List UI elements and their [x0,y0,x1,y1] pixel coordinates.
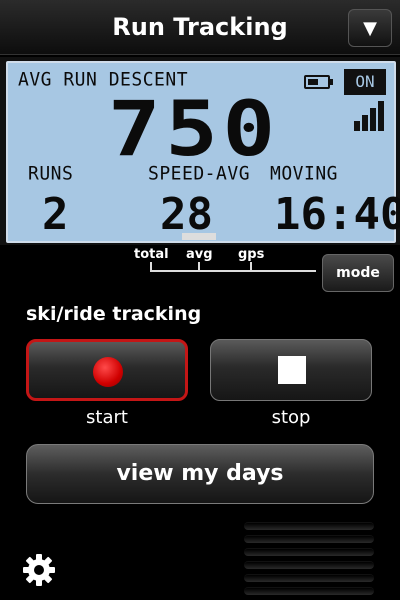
mode-button[interactable]: mode [322,254,394,292]
scale-tick [198,262,200,272]
scale-option-avg[interactable]: avg [186,247,213,262]
status-badge: ON [344,69,386,95]
stop-label: stop [271,407,311,428]
runs-value: 2 [42,189,69,240]
header-bar: Run Tracking ▼ [0,0,400,55]
start-label: start [86,407,128,428]
page-title: Run Tracking [112,13,288,41]
mode-scale-line [150,270,316,272]
moving-label: MOVING [270,162,339,185]
main-metric-value: 750 [108,84,280,173]
lcd-display[interactable]: AVG RUN DESCENT ON 750 RUNS SPEED-AVG MO… [6,61,400,243]
moving-time-value: 16:40 [274,189,400,240]
view-my-days-button[interactable]: view my days [26,444,374,504]
dropdown-triangle-icon: ▼ [363,17,377,39]
stop-button[interactable] [210,339,372,401]
scale-tick [250,262,252,272]
runs-label: RUNS [28,162,74,185]
selection-pointer [182,233,216,240]
start-button[interactable] [26,339,188,401]
gear-icon[interactable] [22,553,56,587]
scale-option-gps[interactable]: gps [238,247,264,262]
section-title: ski/ride tracking [26,303,202,325]
speaker-grille [244,522,374,598]
scale-tick [150,262,152,272]
stop-icon [278,356,306,384]
speed-avg-label: SPEED-AVG [148,162,251,185]
lcd-frame: AVG RUN DESCENT ON 750 RUNS SPEED-AVG MO… [0,57,400,245]
menu-dropdown-button[interactable]: ▼ [348,9,392,47]
battery-icon [304,75,333,89]
signal-strength-icon [354,99,386,131]
speed-avg-value: 28 [160,189,213,240]
record-icon [93,357,123,387]
scale-option-total[interactable]: total [134,247,169,262]
